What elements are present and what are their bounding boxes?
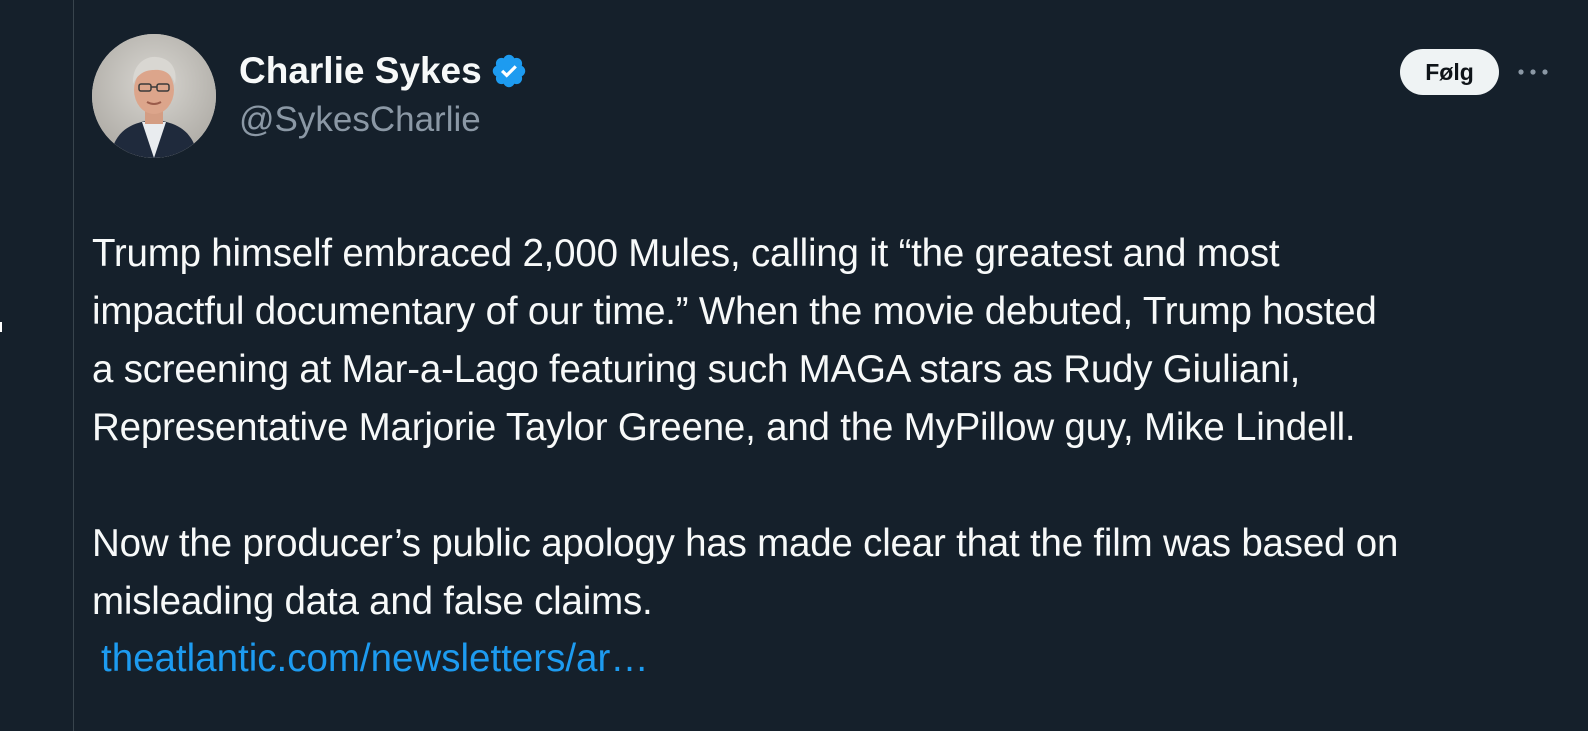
author-handle[interactable]: @SykesCharlie bbox=[239, 100, 481, 140]
follow-button[interactable]: Følg bbox=[1400, 49, 1499, 95]
tweet-paragraph-1: Trump himself embraced 2,000 Mules, call… bbox=[92, 232, 1377, 449]
more-options-button[interactable] bbox=[1516, 58, 1550, 86]
verified-badge-icon bbox=[490, 52, 528, 90]
avatar-photo bbox=[92, 34, 216, 158]
author-display-name[interactable]: Charlie Sykes bbox=[239, 50, 482, 92]
tweet-paragraph-2: Now the producer’s public apology has ma… bbox=[92, 522, 1399, 623]
timeline-left-border bbox=[73, 0, 74, 731]
left-edge-marker bbox=[0, 322, 2, 332]
avatar[interactable] bbox=[92, 34, 216, 158]
article-link[interactable]: theatlantic.com/newsletters/ar… bbox=[101, 630, 649, 688]
tweet-text: Trump himself embraced 2,000 Mules, call… bbox=[92, 225, 1582, 631]
author-display-name-row[interactable]: Charlie Sykes bbox=[239, 50, 528, 92]
more-horizontal-icon bbox=[1518, 69, 1548, 75]
